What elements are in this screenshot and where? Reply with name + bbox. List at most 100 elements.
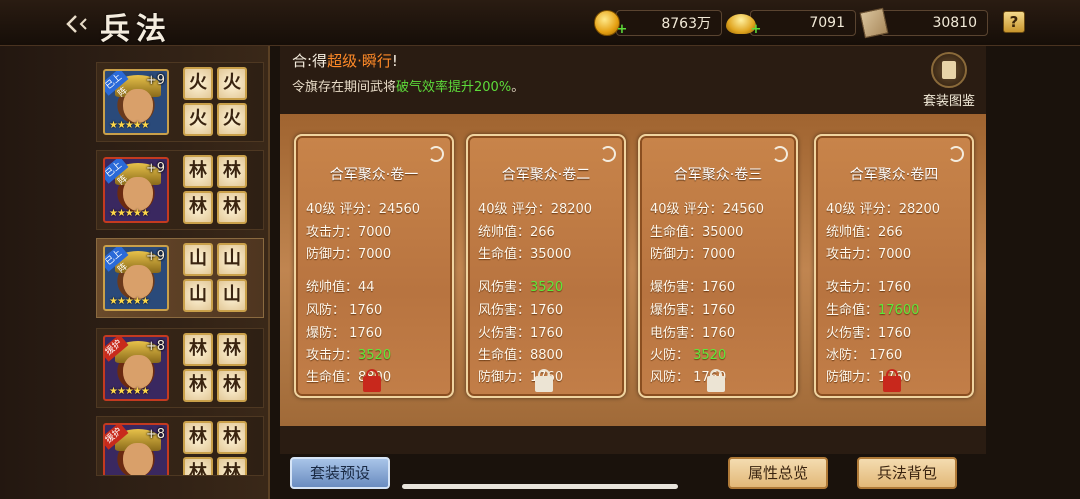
hero-row-4[interactable]: 援护 +8 ★★★★★ 林 林 林 林	[96, 328, 264, 408]
hero-face	[123, 355, 153, 389]
home-indicator[interactable]	[402, 484, 678, 489]
add-ingot-icon[interactable]: +	[750, 23, 762, 36]
rune-slot[interactable]: 火	[183, 67, 213, 100]
rune-slot[interactable]: 火	[217, 103, 247, 136]
rune-slot[interactable]: 林	[217, 421, 247, 454]
set-card-4[interactable]: 合军聚众·卷四 40级 评分：28200 统帅值：266 攻击力：7000 攻击…	[814, 134, 974, 398]
star-rating-icon: ★★★★★	[109, 120, 150, 131]
add-gold-icon[interactable]: +	[616, 23, 628, 36]
card-stat: 统帅值：44	[306, 280, 375, 295]
set-card-1[interactable]: 合军聚众·卷一 40级 评分：24560 攻击力：7000 防御力：7000 统…	[294, 134, 454, 398]
rune-slot[interactable]: 林	[183, 421, 213, 454]
rune-slot[interactable]: 林	[217, 155, 247, 188]
notice-description: 令旗存在期间武将破气效率提升200%。	[292, 76, 524, 95]
rune-grid: 林 林 林 林	[183, 421, 247, 475]
hero-face	[123, 443, 153, 475]
card-stat: 风防： 1760	[306, 303, 383, 318]
rune-grid: 山 山 山 山	[183, 243, 247, 313]
hero-row-3[interactable]: 已上阵 +9 ★★★★★ 山 山 山 山	[96, 238, 264, 318]
rune-slot[interactable]: 林	[217, 369, 247, 402]
card-stat: 攻击力：1760	[826, 280, 912, 295]
hero-row-5[interactable]: 援护 +8 林 林 林 林	[96, 416, 264, 476]
set-preset-button[interactable]: 套装预设	[290, 457, 390, 489]
rune-slot[interactable]: 山	[217, 279, 247, 312]
help-button[interactable]: ?	[1003, 11, 1025, 33]
card-stat: 火伤害：1760	[478, 326, 564, 341]
rune-slot[interactable]: 林	[183, 369, 213, 402]
star-rating-icon: ★★★★★	[109, 386, 150, 397]
set-card-3[interactable]: 合军聚众·卷三 40级 评分：24560 生命值：35000 防御力：7000 …	[638, 134, 798, 398]
card-title: 合军聚众·卷四	[849, 167, 939, 183]
book-icon	[931, 52, 967, 88]
hero-portrait: 已上阵 +9 ★★★★★	[103, 69, 169, 135]
art-of-war-bag-button[interactable]: 兵法背包	[857, 457, 957, 489]
rune-slot[interactable]: 林	[183, 191, 213, 224]
hero-level: +8	[145, 339, 165, 354]
lock-icon[interactable]	[707, 369, 725, 392]
notice-desc-prefix: 令旗存在期间武将	[292, 80, 397, 95]
set-card-2[interactable]: 合军聚众·卷二 40级 评分：28200 统帅值：266 生命值：35000 风…	[466, 134, 626, 398]
lock-icon[interactable]	[363, 369, 381, 392]
scroll-icon	[859, 7, 889, 39]
rune-slot[interactable]: 山	[217, 243, 247, 276]
panel-divider	[268, 46, 270, 499]
rune-slot[interactable]: 林	[217, 191, 247, 224]
lock-icon[interactable]	[883, 369, 901, 392]
notice-desc-suffix: 。	[511, 80, 525, 95]
rune-grid: 火 火 火 火	[183, 67, 247, 137]
hero-row-2[interactable]: 已上阵 +9 ★★★★★ 林 林 林 林	[96, 150, 264, 230]
ingot-amount: 7091	[809, 15, 845, 31]
card-stat: 爆伤害：1760	[650, 303, 736, 318]
card-stat: 统帅值：266	[826, 225, 903, 240]
card-stat: 攻击力：3520	[306, 348, 392, 363]
attribute-summary-button[interactable]: 属性总览	[728, 457, 828, 489]
card-stat: 生命值：8800	[478, 348, 564, 363]
rune-slot[interactable]: 山	[183, 243, 213, 276]
hero-level: +9	[145, 73, 165, 88]
notice-title: 合:得超级·瞬行!	[292, 50, 398, 71]
rune-grid: 林 林 林 林	[183, 333, 247, 403]
scroll-amount: 30810	[932, 15, 977, 31]
scroll-currency[interactable]: 30810	[880, 10, 988, 36]
rune-slot[interactable]: 林	[183, 155, 213, 188]
card-stat: 风伤害：3520	[478, 280, 564, 295]
rune-slot[interactable]: 火	[217, 67, 247, 100]
rune-slot[interactable]: 山	[183, 279, 213, 312]
rune-slot[interactable]: 林	[217, 333, 247, 366]
card-title: 合军聚众·卷一	[329, 167, 419, 183]
rune-slot[interactable]: 林	[183, 457, 213, 475]
rune-slot[interactable]: 火	[183, 103, 213, 136]
set-catalog-label: 套装图鉴	[922, 94, 975, 109]
top-bar: 兵法 8763万 + 7091 + 30810 ?	[0, 0, 1080, 47]
card-stat: 火伤害：1760	[826, 326, 912, 341]
card-stat: 爆防： 1760	[306, 326, 383, 341]
rune-grid: 林 林 林 林	[183, 155, 247, 225]
hero-row-1[interactable]: 已上阵 +9 ★★★★★ 火 火 火 火	[96, 62, 264, 142]
refresh-icon[interactable]	[600, 146, 616, 162]
refresh-icon[interactable]	[772, 146, 788, 162]
notice-highlight: 超级·瞬行	[327, 52, 392, 70]
hero-portrait: 援护 +8 ★★★★★	[103, 335, 169, 401]
lock-icon[interactable]	[535, 369, 553, 392]
card-stat: 防御力：7000	[650, 247, 736, 262]
gold-currency[interactable]: 8763万	[616, 10, 722, 36]
card-stat: 生命值：35000	[650, 225, 744, 240]
set-catalog-button[interactable]: 套装图鉴	[918, 52, 980, 110]
refresh-icon[interactable]	[948, 146, 964, 162]
refresh-icon[interactable]	[428, 146, 444, 162]
card-stat: 40级 评分：28200	[478, 202, 593, 217]
rune-slot[interactable]: 林	[217, 457, 247, 475]
card-stat: 40级 评分：24560	[650, 202, 765, 217]
rune-slot[interactable]: 林	[183, 333, 213, 366]
ingot-currency[interactable]: 7091	[750, 10, 856, 36]
card-stat: 攻击力：7000	[306, 225, 392, 240]
notice-suffix: !	[391, 52, 398, 70]
back-arrow-icon[interactable]	[64, 10, 94, 38]
card-title: 合军聚众·卷三	[673, 167, 763, 183]
card-stat: 40级 评分：28200	[826, 202, 941, 217]
notice-prefix: 合:得	[292, 52, 328, 70]
hero-level: +9	[145, 249, 165, 264]
hero-level: +9	[145, 161, 165, 176]
hero-portrait: 援护 +8	[103, 423, 169, 475]
gold-amount: 8763万	[661, 16, 711, 32]
